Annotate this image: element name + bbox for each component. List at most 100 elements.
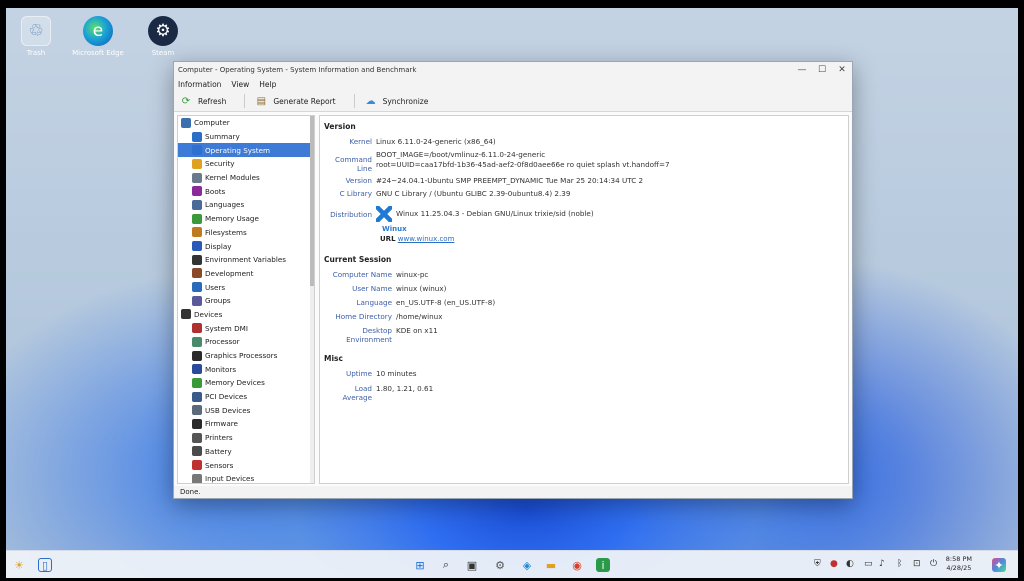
computer-name-value: winux-pc	[396, 270, 429, 279]
volume-icon[interactable]: ♪	[879, 559, 885, 569]
tree-scrollbar[interactable]	[310, 116, 314, 483]
bluetooth-icon[interactable]: ᛒ	[897, 559, 902, 569]
maximize-icon[interactable]: ☐	[812, 65, 832, 75]
close-icon[interactable]: ✕	[832, 65, 852, 75]
distro-url-link[interactable]: www.winux.com	[398, 235, 455, 243]
menu-bar: Information View Help	[174, 78, 852, 91]
tree-item-icon	[181, 309, 191, 320]
tree-scrollbar-thumb[interactable]	[310, 116, 314, 286]
tree-item-label: Kernel Modules	[205, 173, 260, 183]
version-value: #24~24.04.1-Ubuntu SMP PREEMPT_DYNAMIC T…	[376, 176, 644, 185]
tree-item-users[interactable]: Users	[178, 280, 314, 294]
tree-item-filesystems[interactable]: Filesystems	[178, 226, 314, 240]
c-library-value: GNU C Library / (Ubuntu GLIBC 2.39-0ubun…	[376, 189, 571, 198]
tree-item-monitors[interactable]: Monitors	[178, 362, 314, 376]
tree-item-pci-devices[interactable]: PCI Devices	[178, 390, 314, 404]
desktop-icon-label: Steam	[151, 49, 175, 57]
copilot-icon[interactable]: ✦	[992, 558, 1006, 572]
tree-item-icon	[192, 350, 202, 361]
language-key: Language	[356, 298, 392, 307]
menu-information[interactable]: Information	[178, 80, 221, 89]
network-icon[interactable]: ⊡	[913, 559, 921, 569]
tree-item-icon	[192, 432, 202, 443]
hardinfo-window: Computer - Operating System - System Inf…	[173, 61, 853, 499]
search-icon[interactable]: ⌕	[439, 558, 453, 572]
edge-desktop-icon[interactable]: e Microsoft Edge	[70, 16, 126, 57]
tree-item-system-dmi[interactable]: System DMI	[178, 321, 314, 335]
clock[interactable]: 8:58 PM 4/28/25	[946, 555, 972, 573]
home-directory-key: Home Directory	[335, 312, 392, 321]
synchronize-button[interactable]: ☁ Synchronize	[365, 95, 429, 107]
tree-item-label: Sensors	[205, 460, 234, 470]
tree-item-label: Languages	[205, 200, 245, 210]
command-line-value: BOOT_IMAGE=/boot/vmlinuz-6.11.0-24-gener…	[376, 150, 670, 170]
power-icon[interactable]: ⏻	[930, 559, 937, 569]
tree-item-development[interactable]: Development	[178, 267, 314, 281]
tree-item-icon	[192, 391, 202, 402]
hardinfo-taskbar-icon[interactable]: i	[596, 558, 610, 572]
tree-item-input-devices[interactable]: Input Devices	[178, 472, 314, 483]
tree-item-graphics-processors[interactable]: Graphics Processors	[178, 349, 314, 363]
tree-item-security[interactable]: Security	[178, 157, 314, 171]
tree-item-summary[interactable]: Summary	[178, 130, 314, 144]
tree-item-icon	[192, 254, 202, 265]
language-value: en_US.UTF-8 (en_US.UTF-8)	[396, 298, 496, 307]
uptime-value: 10 minutes	[376, 369, 417, 378]
tree-item-label: Boots	[205, 186, 226, 196]
task-view-icon[interactable]: ▣	[465, 558, 479, 572]
tree-item-icon	[192, 473, 202, 483]
store-icon[interactable]: ◈	[520, 558, 534, 572]
tree-item-devices[interactable]: Devices	[178, 308, 314, 322]
tree-item-memory-devices[interactable]: Memory Devices	[178, 376, 314, 390]
tree-item-kernel-modules[interactable]: Kernel Modules	[178, 171, 314, 185]
tree-item-processor[interactable]: Processor	[178, 335, 314, 349]
command-line-key: Command Line	[335, 155, 372, 173]
tree-item-environment-variables[interactable]: Environment Variables	[178, 253, 314, 267]
section-misc-title: Misc	[324, 354, 343, 363]
refresh-button[interactable]: ⟳ Refresh	[180, 95, 227, 107]
start-icon[interactable]: ⊞	[413, 558, 427, 572]
tree-item-languages[interactable]: Languages	[178, 198, 314, 212]
generate-report-button[interactable]: ▤ Generate Report	[255, 95, 336, 107]
url-key: URL	[380, 235, 396, 243]
tree-item-label: Memory Usage	[205, 214, 259, 224]
minimize-icon[interactable]: —	[792, 65, 812, 75]
record-icon[interactable]: ●	[830, 559, 838, 569]
settings-gear-icon[interactable]: ⚙	[493, 558, 507, 572]
clipboard-icon[interactable]: ▭	[864, 559, 873, 569]
tree-item-battery[interactable]: Battery	[178, 445, 314, 459]
tree-item-firmware[interactable]: Firmware	[178, 417, 314, 431]
clock-date: 4/28/25	[946, 564, 972, 572]
winux-logo-icon	[376, 206, 392, 222]
tree-item-usb-devices[interactable]: USB Devices	[178, 403, 314, 417]
title-bar[interactable]: Computer - Operating System - System Inf…	[174, 62, 852, 78]
chrome-icon[interactable]: ◉	[570, 558, 584, 572]
tree-item-boots[interactable]: Boots	[178, 184, 314, 198]
file-explorer-icon[interactable]: ▬	[544, 558, 558, 572]
menu-view[interactable]: View	[231, 80, 249, 89]
menu-help[interactable]: Help	[259, 80, 276, 89]
steam-icon: ⚙	[148, 16, 178, 46]
trash-desktop-icon[interactable]: ♲ Trash	[8, 16, 64, 57]
shield-icon[interactable]: ⛨	[814, 559, 821, 569]
tree-item-groups[interactable]: Groups	[178, 294, 314, 308]
distribution-text: Winux 11.25.04.3 - Debian GNU/Linux trix…	[396, 209, 594, 218]
tree-item-icon	[192, 145, 202, 156]
user-name-value: winux (winux)	[396, 284, 447, 293]
widgets-icon[interactable]: ▯	[38, 558, 52, 572]
tree-item-icon	[192, 268, 202, 279]
tree-item-label: Firmware	[205, 419, 238, 429]
tree-item-printers[interactable]: Printers	[178, 431, 314, 445]
tree-item-memory-usage[interactable]: Memory Usage	[178, 212, 314, 226]
weather-icon[interactable]: ☀	[12, 558, 26, 572]
tree-item-sensors[interactable]: Sensors	[178, 458, 314, 472]
tree-item-operating-system[interactable]: Operating System	[178, 143, 314, 158]
tree-item-icon	[192, 377, 202, 388]
tree-item-display[interactable]: Display	[178, 239, 314, 253]
tree-item-computer[interactable]: Computer	[178, 116, 314, 130]
desktop-environment-value: KDE on x11	[396, 326, 438, 335]
tree-item-label: Display	[205, 241, 232, 251]
dark-app-icon[interactable]: ◐	[846, 559, 854, 569]
steam-desktop-icon[interactable]: ⚙ Steam	[135, 16, 191, 57]
taskbar: ☀ ▯ ⊞ ⌕ ▣ ⚙ ◈ ▬ ◉ i ⛨ ● ◐ ▭ ♪ ᛒ ⊡ ⏻ 8:58…	[6, 550, 1018, 578]
